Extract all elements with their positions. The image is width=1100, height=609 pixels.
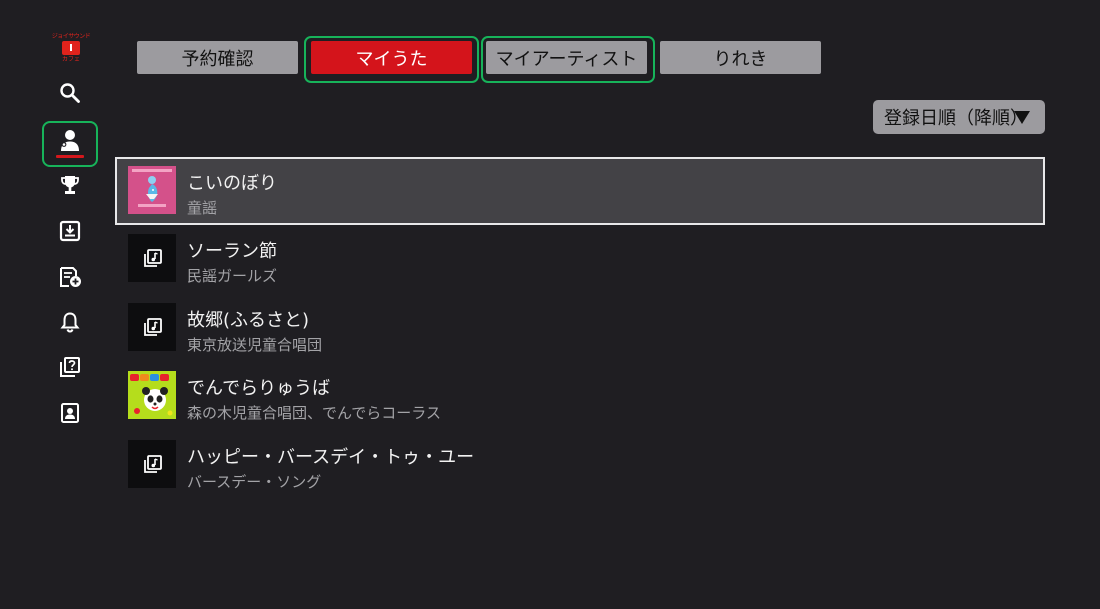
sidebar-item-account[interactable] <box>42 390 98 436</box>
logo-mark-icon <box>62 41 80 55</box>
song-thumbnail <box>128 440 176 488</box>
list-item[interactable]: でんでらりゅうば 森の木児童合唱団、でんでらコーラス <box>115 362 1045 430</box>
bell-icon <box>60 312 80 333</box>
song-artist: 東京放送児童合唱団 <box>187 336 323 354</box>
list-item[interactable]: ハッピー・バースデイ・トゥ・ユー バースデー・ソング <box>115 431 1045 499</box>
song-title: ソーラン節 <box>187 241 277 262</box>
music-note-icon <box>144 318 162 336</box>
app-logo: ジョイサウンド カフェ <box>50 33 92 67</box>
download-box-icon <box>59 220 81 242</box>
album-art-green <box>128 371 176 419</box>
account-card-icon <box>61 403 79 423</box>
sidebar-item-help[interactable] <box>42 344 98 390</box>
sidebar-item-search[interactable] <box>42 70 98 116</box>
music-note-icon <box>144 455 162 473</box>
song-thumbnail <box>128 303 176 351</box>
list-item[interactable]: こいのぼり 童謡 <box>115 157 1045 225</box>
tab-my-songs[interactable]: マイうた <box>311 41 472 74</box>
song-artist: 森の木児童合唱団、でんでらコーラス <box>187 404 441 422</box>
song-title: でんでらりゅうば <box>187 378 331 399</box>
tab-history[interactable]: りれき <box>660 41 821 74</box>
list-item[interactable]: ソーラン節 民謡ガールズ <box>115 225 1045 293</box>
person-icon <box>61 130 79 151</box>
active-indicator <box>56 155 84 158</box>
music-note-icon <box>144 249 162 267</box>
trophy-icon <box>61 176 79 194</box>
sidebar-item-playlist-add[interactable] <box>42 254 98 300</box>
sort-label: 登録日順（降順） <box>884 108 1028 129</box>
sidebar-item-ranking[interactable] <box>42 162 98 208</box>
playlist-add-icon <box>60 267 81 287</box>
tab-my-artists[interactable]: マイアーティスト <box>486 41 647 74</box>
sidebar-item-my-page[interactable] <box>42 121 98 167</box>
dropdown-arrow-icon <box>1014 111 1030 124</box>
tab-reservation[interactable]: 予約確認 <box>137 41 298 74</box>
song-title: 故郷(ふるさと) <box>187 310 310 331</box>
logo-bottom-text: カフェ <box>61 56 80 63</box>
sort-dropdown[interactable]: 登録日順（降順） <box>873 100 1045 134</box>
logo-top-text: ジョイサウンド <box>51 33 91 40</box>
album-art-pink <box>128 166 176 214</box>
song-artist: 民謡ガールズ <box>187 267 278 285</box>
song-artist: 童謡 <box>187 199 218 217</box>
song-title: ハッピー・バースデイ・トゥ・ユー <box>187 447 475 468</box>
search-icon <box>60 83 80 103</box>
list-item[interactable]: 故郷(ふるさと) 東京放送児童合唱団 <box>115 294 1045 362</box>
sidebar-item-notifications[interactable] <box>42 299 98 345</box>
song-thumbnail <box>128 234 176 282</box>
song-title: こいのぼり <box>187 173 277 194</box>
help-icon <box>60 357 80 377</box>
song-artist: バースデー・ソング <box>187 473 322 491</box>
sidebar-item-downloads[interactable] <box>42 208 98 254</box>
